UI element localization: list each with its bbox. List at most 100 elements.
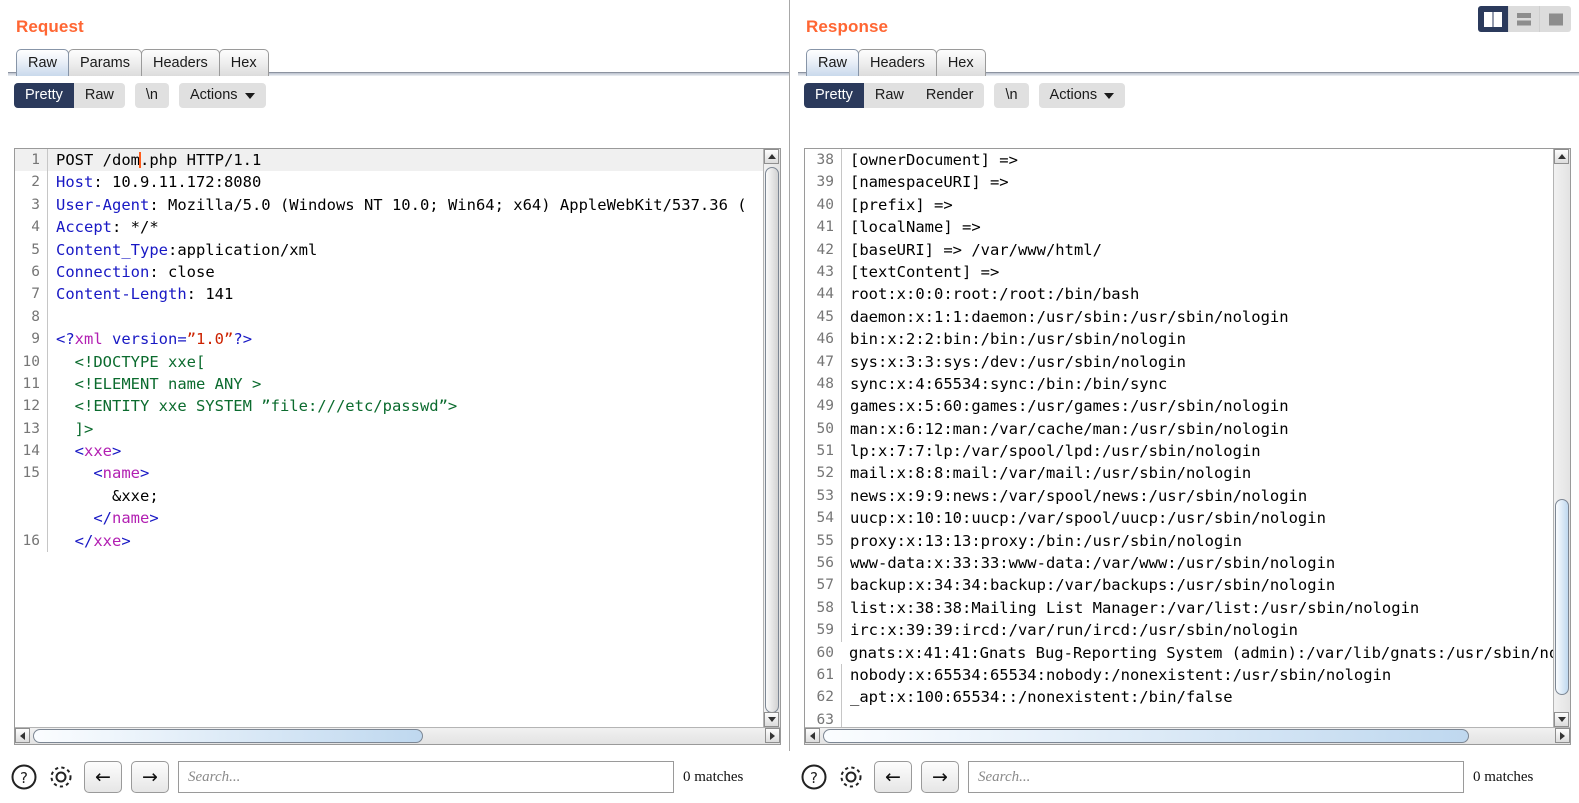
response-actionbar: Pretty Raw Render \n Actions [790, 76, 1579, 108]
response-vertical-scroll-thumb[interactable] [1555, 499, 1569, 695]
response-code-line: 46 bin:x:2:2:bin:/bin:/usr/sbin/nologin [805, 328, 1553, 351]
request-view-pretty[interactable]: Pretty [14, 82, 74, 108]
response-scroll-down-button[interactable] [1554, 712, 1569, 727]
line-number: 48 [816, 375, 834, 392]
request-view-raw[interactable]: Raw [74, 83, 125, 108]
line-number: 2 [31, 174, 40, 191]
response-code-line: 53 news:x:9:9:news:/var/spool/news:/usr/s… [805, 484, 1553, 508]
gutter-divider [47, 529, 48, 553]
line-content: Host: 10.9.11.172:8080 [56, 173, 262, 192]
response-bottom-bar: ? ← → Search... 0 matches [790, 751, 1579, 803]
line-number: 5 [31, 241, 40, 258]
response-search-prev-button[interactable]: ← [874, 761, 912, 793]
response-newline-button[interactable]: \n [994, 82, 1029, 108]
response-actions-button[interactable]: Actions [1038, 82, 1126, 108]
gear-icon[interactable] [837, 763, 865, 791]
help-icon[interactable]: ? [10, 763, 38, 791]
gutter-divider [841, 552, 842, 575]
line-content: [prefix] => [850, 195, 953, 214]
response-view-render[interactable]: Render [915, 83, 985, 108]
response-scroll-up-button[interactable] [1554, 149, 1569, 164]
line-content: &xxe; [56, 486, 159, 505]
line-number: 49 [816, 398, 834, 415]
line-content: www-data:x:33:33:www-data:/var/www:/usr/… [850, 554, 1336, 573]
gear-icon[interactable] [47, 763, 75, 791]
gutter-divider [47, 350, 48, 373]
response-code-line: 54 uucp:x:10:10:uucp:/var/spool/uucp:/usr… [805, 507, 1553, 530]
line-number: 54 [816, 510, 834, 527]
request-scroll-right-button[interactable] [765, 728, 780, 743]
request-tab-raw[interactable]: Raw [16, 49, 70, 76]
response-code-line: 56 www-data:x:33:33:www-data:/var/www:/us… [805, 552, 1553, 575]
line-number: 55 [816, 532, 834, 549]
request-code-line: 15 <name> [15, 462, 763, 485]
response-code-area[interactable]: 38 [ownerDocument] => 39 [namespaceURI] => 4… [805, 149, 1553, 727]
request-horizontal-scrollbar[interactable] [15, 727, 780, 744]
request-scroll-up-button[interactable] [764, 149, 779, 164]
request-editor: 1 POST /dom.php HTTP/1.1 2 Host: 10.9.11.17… [14, 148, 781, 745]
line-content: uucp:x:10:10:uucp:/var/spool/uucp:/usr/s… [850, 509, 1326, 528]
response-horizontal-scrollbar[interactable] [805, 727, 1570, 744]
response-horizontal-scroll-thumb[interactable] [823, 729, 1469, 743]
response-code-lines: 38 [ownerDocument] => 39 [namespaceURI] => 4… [805, 149, 1553, 727]
gutter-divider [841, 149, 842, 172]
request-code-line: 16 </xxe> [15, 529, 763, 553]
request-search-input[interactable]: Search... [178, 761, 674, 793]
gutter-divider [841, 484, 842, 508]
help-icon[interactable]: ? [800, 763, 828, 791]
response-panel-title: Response [806, 17, 889, 36]
request-scroll-down-button[interactable] [764, 712, 779, 727]
response-code-line: 47 sys:x:3:3:sys:/dev:/usr/sbin/nologin [805, 350, 1553, 373]
request-tab-params[interactable]: Params [68, 49, 142, 76]
response-tab-raw[interactable]: Raw [806, 49, 860, 76]
response-search-input[interactable]: Search... [968, 761, 1464, 793]
line-number: 56 [816, 555, 834, 572]
gutter-divider [841, 619, 842, 642]
request-search-next-button[interactable]: → [131, 761, 169, 793]
response-code-line: 39 [namespaceURI] => [805, 171, 1553, 194]
layout-split-vertical-button[interactable] [1478, 6, 1509, 32]
line-number: 16 [22, 532, 40, 549]
layout-split-horizontal-button[interactable] [1509, 6, 1540, 32]
gutter-divider [841, 708, 842, 727]
response-view-raw[interactable]: Raw [864, 83, 915, 108]
request-vertical-scroll-thumb[interactable] [765, 167, 779, 713]
request-actions-button[interactable]: Actions [178, 82, 266, 108]
line-number: 43 [816, 263, 834, 280]
response-scroll-right-button[interactable] [1555, 728, 1570, 743]
response-tab-hex[interactable]: Hex [935, 49, 986, 76]
request-code-line: </name> [15, 507, 763, 530]
request-actionbar: Pretty Raw \n Actions [0, 76, 789, 108]
gutter-divider [841, 193, 842, 217]
request-horizontal-scroll-thumb[interactable] [33, 729, 423, 743]
line-number: 14 [22, 443, 40, 460]
gutter-divider [841, 462, 842, 485]
request-code-area[interactable]: 1 POST /dom.php HTTP/1.1 2 Host: 10.9.11.17… [15, 149, 763, 727]
triangle-left-icon [810, 731, 815, 740]
response-code-line: 50 man:x:6:12:man:/var/cache/man:/usr/sbi… [805, 417, 1553, 441]
response-vertical-scrollbar[interactable] [1553, 149, 1570, 727]
request-tab-hex[interactable]: Hex [218, 49, 269, 76]
response-scroll-left-button[interactable] [805, 728, 820, 743]
request-vertical-scrollbar[interactable] [763, 149, 780, 727]
response-editor: 38 [ownerDocument] => 39 [namespaceURI] => 4… [804, 148, 1571, 745]
line-number: 13 [22, 420, 40, 437]
request-search-prev-button[interactable]: ← [84, 761, 122, 793]
response-code-line: 45 daemon:x:1:1:daemon:/usr/sbin:/usr/sbi… [805, 305, 1553, 329]
line-number: 45 [816, 308, 834, 325]
request-newline-button[interactable]: \n [134, 82, 169, 108]
line-content: </name> [56, 509, 159, 528]
line-number: 50 [816, 420, 834, 437]
response-search-next-button[interactable]: → [921, 761, 959, 793]
response-view-pretty[interactable]: Pretty [804, 82, 864, 108]
line-content: sync:x:4:65534:sync:/bin:/bin/sync [850, 374, 1168, 393]
request-code-line: 14 <xxe> [15, 440, 763, 463]
request-scroll-left-button[interactable] [15, 728, 30, 743]
response-editor-body: 38 [ownerDocument] => 39 [namespaceURI] => 4… [805, 149, 1570, 727]
layout-single-pane-button[interactable] [1540, 6, 1571, 32]
response-tab-headers[interactable]: Headers [858, 49, 937, 76]
request-tab-headers[interactable]: Headers [140, 49, 220, 76]
request-code-line: 5 Content_Type:application/xml [15, 238, 763, 261]
line-number: 11 [22, 375, 40, 392]
line-number: 63 [816, 711, 834, 727]
